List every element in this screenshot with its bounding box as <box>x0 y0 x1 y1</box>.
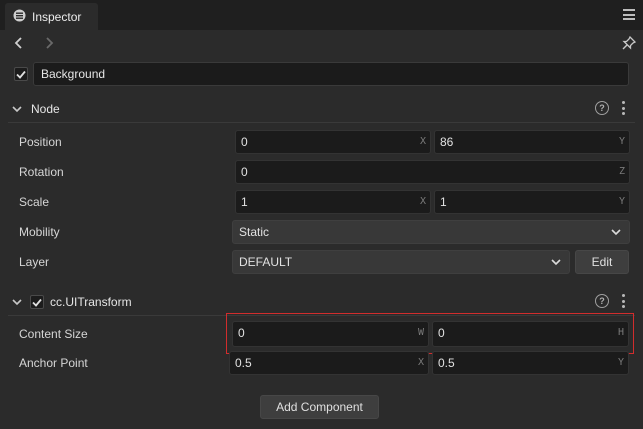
chevron-down-icon <box>551 259 561 266</box>
position-x-field[interactable]: 0 X <box>235 130 431 154</box>
layer-edit-button[interactable]: Edit <box>575 250 629 274</box>
node-section-header[interactable]: Node ? <box>8 98 635 120</box>
anchor-point-label: Anchor Point <box>19 356 88 370</box>
inspector-toolbar <box>0 30 643 57</box>
position-label: Position <box>19 135 62 149</box>
rotation-z-field[interactable]: 0 Z <box>235 160 630 184</box>
axis-y-label: Y <box>617 357 624 368</box>
axis-x-label: X <box>417 357 424 368</box>
help-icon[interactable]: ? <box>595 101 609 115</box>
layer-select[interactable]: DEFAULT <box>232 250 570 274</box>
node-name-input[interactable]: Background <box>33 62 629 86</box>
layer-value: DEFAULT <box>239 255 293 269</box>
section-divider <box>8 122 635 123</box>
position-x-value: 0 <box>241 135 248 149</box>
back-arrow-icon[interactable] <box>11 35 27 51</box>
tab-inspector[interactable]: Inspector <box>5 3 98 30</box>
collapse-chevron-icon[interactable] <box>12 105 22 113</box>
uitransform-section-header[interactable]: cc.UITransform ? <box>8 291 635 313</box>
forward-arrow-icon[interactable] <box>41 35 57 51</box>
panel-tabbar: Inspector <box>0 0 643 30</box>
more-options-icon[interactable] <box>621 101 625 115</box>
scale-y-field[interactable]: 1 Y <box>434 190 630 214</box>
scale-label: Scale <box>19 195 50 209</box>
help-icon[interactable]: ? <box>595 294 609 308</box>
section-title-uitransform: cc.UITransform <box>50 295 132 309</box>
mobility-label: Mobility <box>19 225 60 239</box>
component-enabled-checkbox[interactable] <box>30 295 44 309</box>
rotation-z-value: 0 <box>241 165 248 179</box>
node-active-checkbox[interactable] <box>14 67 28 81</box>
section-title-node: Node <box>31 102 60 116</box>
inspector-icon <box>13 9 26 25</box>
tab-title: Inspector <box>32 9 82 24</box>
anchor-point-y-value: 0.5 <box>438 356 455 370</box>
hamburger-menu-icon[interactable] <box>623 9 635 20</box>
position-y-field[interactable]: 86 Y <box>434 130 630 154</box>
position-y-value: 86 <box>440 135 454 149</box>
content-size-label: Content Size <box>19 327 88 341</box>
scale-x-field[interactable]: 1 X <box>235 190 431 214</box>
rotation-label: Rotation <box>19 165 64 179</box>
layer-label: Layer <box>19 255 50 269</box>
axis-x-label: X <box>419 136 426 147</box>
node-name-row: Background <box>0 62 643 88</box>
axis-y-label: Y <box>618 196 625 207</box>
scale-y-value: 1 <box>440 195 447 209</box>
mobility-value: Static <box>239 225 270 239</box>
anchor-point-y-field[interactable]: 0.5 Y <box>432 351 629 375</box>
axis-z-label: Z <box>618 166 625 177</box>
scale-x-value: 1 <box>241 195 248 209</box>
anchor-point-x-field[interactable]: 0.5 X <box>229 351 429 375</box>
mobility-select[interactable]: Static <box>232 220 630 244</box>
chevron-down-icon <box>611 229 621 236</box>
pin-icon[interactable] <box>621 35 637 51</box>
axis-y-label: Y <box>618 136 625 147</box>
highlight-box <box>226 313 634 354</box>
axis-x-label: X <box>419 196 426 207</box>
add-component-button[interactable]: Add Component <box>260 395 379 419</box>
collapse-chevron-icon[interactable] <box>12 298 22 306</box>
more-options-icon[interactable] <box>621 294 625 308</box>
anchor-point-x-value: 0.5 <box>235 356 252 370</box>
